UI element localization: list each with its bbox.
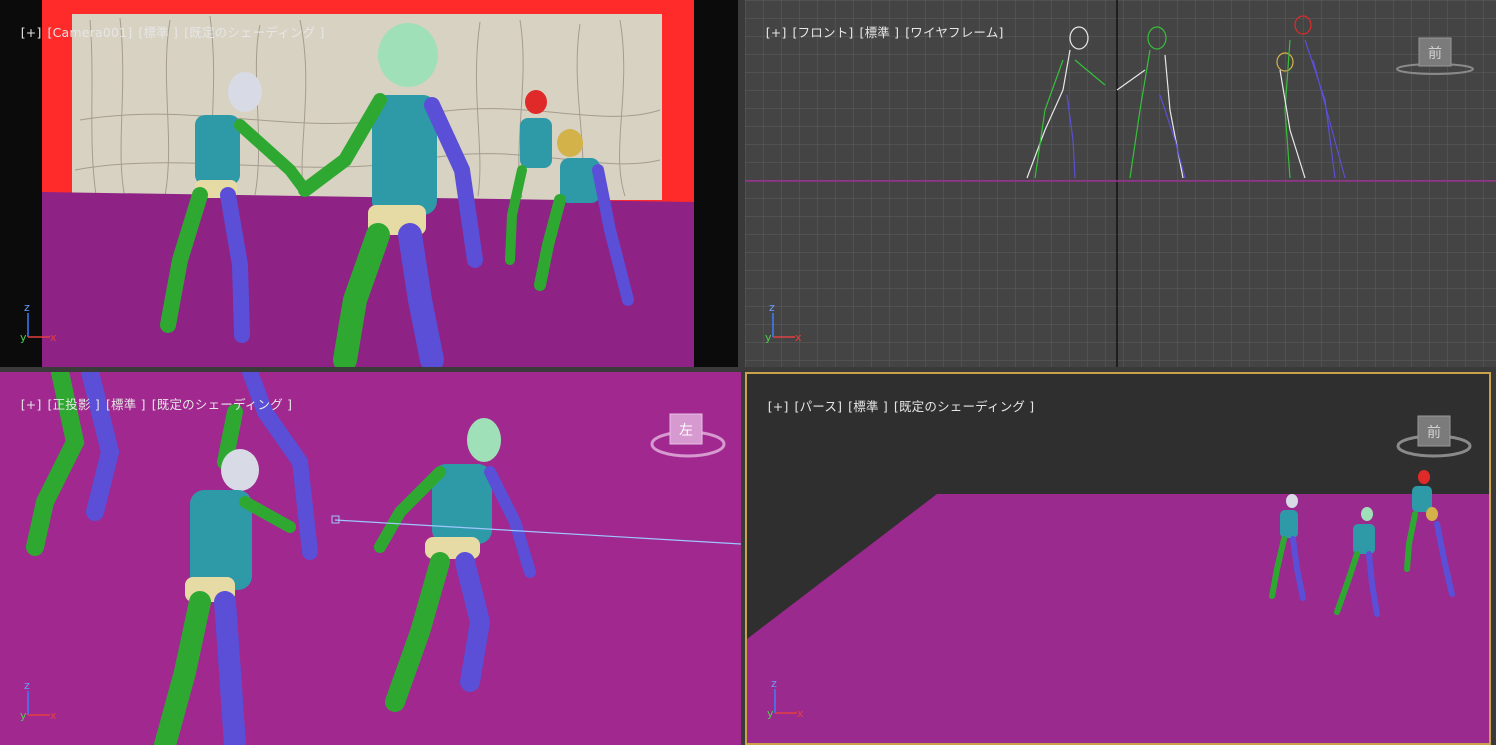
- view-standard[interactable]: [標準 ]: [138, 25, 178, 40]
- view-front[interactable]: [フロント]: [793, 25, 854, 40]
- svg-text:z: z: [24, 679, 30, 692]
- svg-text:x: x: [50, 331, 57, 344]
- camera-viewport-label[interactable]: [+] [Camera001] [標準 ] [既定のシェーディング ]: [4, 7, 331, 56]
- svg-text:x: x: [795, 331, 802, 344]
- shading-mode[interactable]: [ワイヤフレーム]: [905, 25, 1003, 40]
- front-viewport[interactable]: [+] [フロント] [標準 ] [ワイヤフレーム] 前 z y x: [745, 0, 1496, 367]
- viewcube-face-label: 左: [679, 423, 693, 439]
- viewport-menu-plus[interactable]: [+]: [21, 397, 42, 412]
- svg-text:y: y: [20, 331, 27, 344]
- viewcube-face-label: 前: [1427, 424, 1441, 441]
- camera-name[interactable]: [Camera001]: [48, 25, 133, 40]
- svg-text:y: y: [767, 707, 774, 720]
- axis-gizmo: z y x: [761, 301, 807, 347]
- svg-text:z: z: [771, 677, 777, 690]
- axis-gizmo: z y x: [16, 679, 62, 725]
- view-standard[interactable]: [標準 ]: [848, 399, 888, 414]
- viewcube[interactable]: 前: [1393, 36, 1477, 76]
- ortho-viewport-label[interactable]: [+] [正投影 ] [標準 ] [既定のシェーディング ]: [4, 379, 298, 428]
- svg-text:y: y: [765, 331, 772, 344]
- persp-viewport-label[interactable]: [+] [パース] [標準 ] [既定のシェーディング ]: [751, 381, 1040, 430]
- viewport-menu-plus[interactable]: [+]: [768, 399, 789, 414]
- svg-text:z: z: [24, 301, 30, 314]
- shading-mode[interactable]: [既定のシェーディング ]: [894, 399, 1034, 414]
- viewcube[interactable]: 前: [1392, 412, 1476, 464]
- ortho-viewport[interactable]: [+] [正投影 ] [標準 ] [既定のシェーディング ] 左 z y x: [0, 372, 741, 745]
- view-ortho[interactable]: [正投影 ]: [48, 397, 100, 412]
- shading-mode[interactable]: [既定のシェーディング ]: [184, 25, 324, 40]
- svg-text:y: y: [20, 709, 27, 722]
- svg-text:x: x: [797, 707, 804, 720]
- axis-gizmo: z y x: [763, 677, 809, 723]
- viewcube-face-label: 前: [1428, 45, 1442, 62]
- perspective-viewport[interactable]: [+] [パース] [標準 ] [既定のシェーディング ] 前 z y x: [745, 372, 1491, 745]
- axis-gizmo: z y x: [16, 301, 62, 347]
- shading-mode[interactable]: [既定のシェーディング ]: [152, 397, 292, 412]
- viewcube[interactable]: 左: [646, 410, 730, 462]
- svg-text:x: x: [50, 709, 57, 722]
- camera-viewport[interactable]: [+] [Camera001] [標準 ] [既定のシェーディング ] z y x: [0, 0, 738, 367]
- svg-text:z: z: [769, 301, 775, 314]
- viewport-menu-plus[interactable]: [+]: [21, 25, 42, 40]
- viewport-menu-plus[interactable]: [+]: [766, 25, 787, 40]
- front-viewport-label[interactable]: [+] [フロント] [標準 ] [ワイヤフレーム]: [749, 7, 1010, 56]
- view-perspective[interactable]: [パース]: [795, 399, 843, 414]
- view-standard[interactable]: [標準 ]: [860, 25, 900, 40]
- view-standard[interactable]: [標準 ]: [106, 397, 146, 412]
